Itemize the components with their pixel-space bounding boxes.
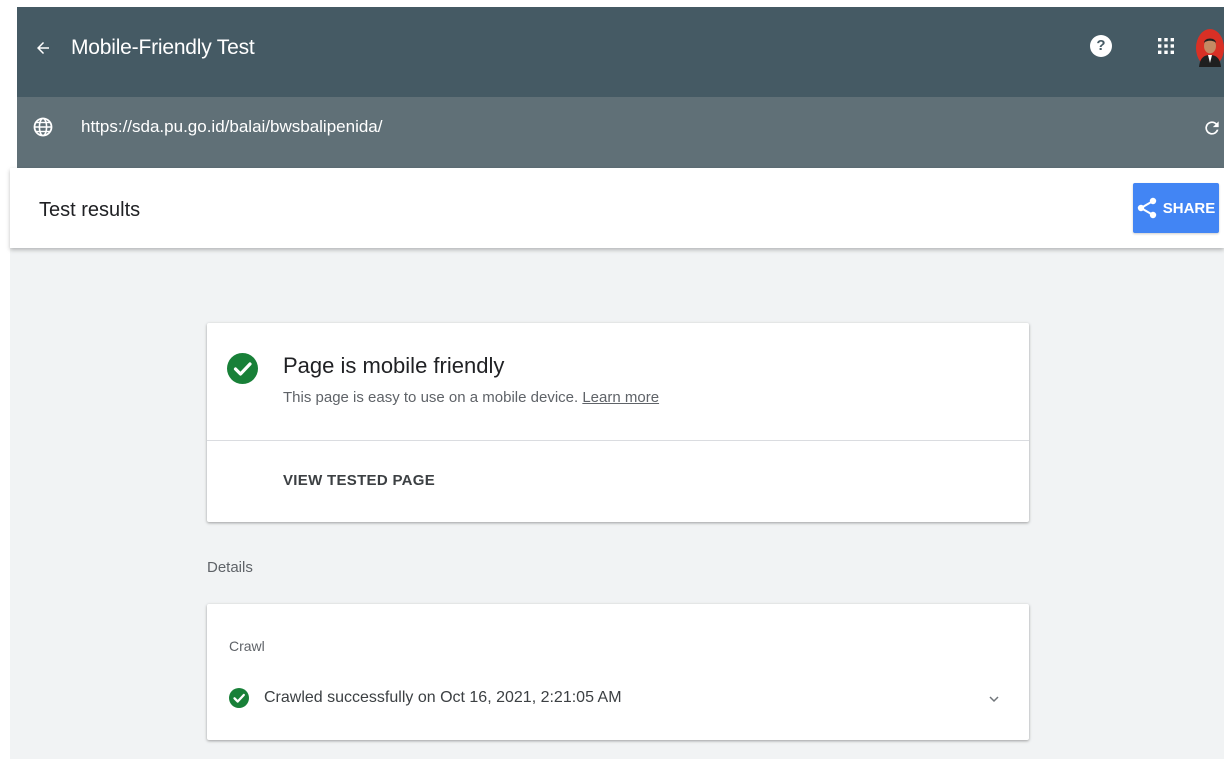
results-heading: Test results <box>39 199 141 221</box>
view-tested-page-button[interactable]: VIEW TESTED PAGE <box>283 471 435 491</box>
card-divider <box>207 440 1029 441</box>
summary-headline: Page is mobile friendly <box>283 353 505 378</box>
check-circle-icon <box>229 688 249 708</box>
tested-url[interactable]: https://sda.pu.go.id/balai/bwsbalipenida… <box>81 115 382 139</box>
content-area: Page is mobile friendly This page is eas… <box>10 248 1224 759</box>
share-label: SHARE <box>1162 199 1216 217</box>
crawl-label: Crawl <box>229 638 265 654</box>
app-title: Mobile-Friendly Test <box>71 36 255 59</box>
summary-description: This page is easy to use on a mobile dev… <box>283 388 659 408</box>
page-frame: Mobile-Friendly Test ? https://sda.pu.go… <box>0 0 1224 759</box>
reload-icon[interactable] <box>1202 117 1222 139</box>
url-bar: https://sda.pu.go.id/balai/bwsbalipenida… <box>17 97 1224 168</box>
share-button[interactable]: SHARE <box>1133 183 1219 233</box>
crawl-status: Crawled successfully on Oct 16, 2021, 2:… <box>264 689 622 706</box>
help-icon[interactable]: ? <box>1090 35 1112 57</box>
details-label: Details <box>207 559 253 576</box>
crawl-card: Crawl Crawled successfully on Oct 16, 20… <box>207 604 1029 740</box>
summary-card: Page is mobile friendly This page is eas… <box>207 323 1029 522</box>
app-bar: Mobile-Friendly Test ? <box>17 7 1224 97</box>
user-avatar[interactable] <box>1195 27 1224 67</box>
share-icon <box>1137 197 1156 219</box>
learn-more-link[interactable]: Learn more <box>582 389 659 406</box>
apps-grid-icon[interactable] <box>1157 37 1175 55</box>
summary-description-text: This page is easy to use on a mobile dev… <box>283 389 579 406</box>
chevron-down-icon[interactable] <box>987 692 1001 706</box>
results-header: Test results SHARE <box>10 168 1224 248</box>
check-circle-icon <box>227 353 258 384</box>
arrow-back-icon[interactable] <box>31 33 55 63</box>
globe-icon <box>33 117 53 137</box>
